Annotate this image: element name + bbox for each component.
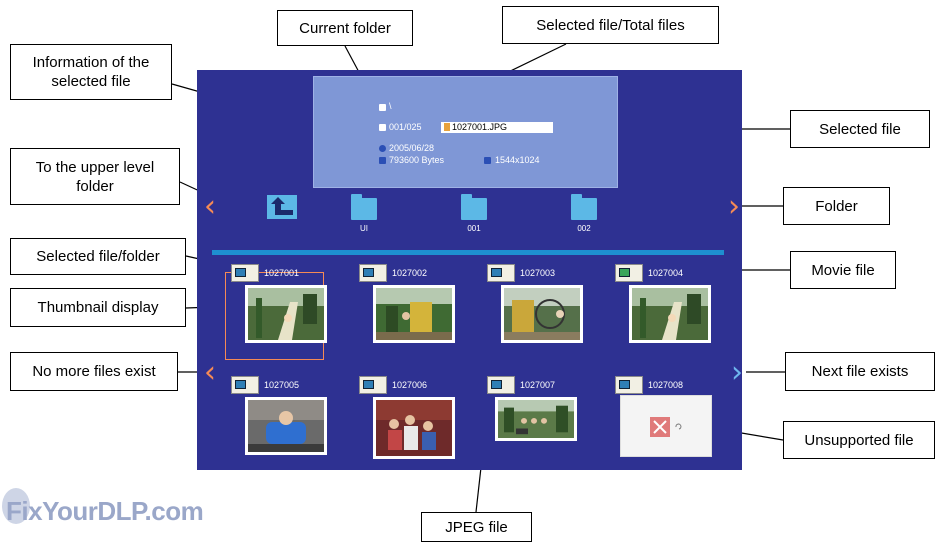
callout-information-line1: Information of the bbox=[32, 54, 150, 71]
playground-slide-photo bbox=[248, 288, 324, 340]
file-resolution: 1544x1024 bbox=[495, 155, 540, 165]
current-folder-path: \ bbox=[389, 101, 392, 111]
folder-icon-001[interactable] bbox=[461, 194, 487, 220]
file-prev-arrow[interactable]: ‹ bbox=[204, 358, 216, 388]
thumbnail-image bbox=[629, 285, 711, 343]
resolution-icon bbox=[484, 157, 491, 164]
callout-upper-folder-line1: To the upper level bbox=[35, 158, 155, 176]
thumbnail-image bbox=[495, 397, 577, 441]
file-number: 1027002 bbox=[392, 268, 428, 278]
jpeg-file-icon bbox=[359, 376, 387, 394]
playground-swing-photo bbox=[504, 288, 580, 340]
file-number: 1027008 bbox=[648, 380, 684, 390]
callout-unsupported-file: Unsupported file bbox=[783, 421, 935, 459]
file-next-arrow[interactable]: › bbox=[731, 358, 743, 388]
playground-ladder-photo bbox=[376, 288, 452, 340]
folder-next-arrow[interactable]: › bbox=[728, 192, 740, 222]
thumbnail-tile-1027004[interactable]: 1027004 bbox=[615, 264, 715, 364]
file-icon bbox=[444, 123, 450, 131]
watermark-text: FixYourDLP.com bbox=[6, 496, 204, 526]
unsupported-thumbnail bbox=[620, 395, 712, 457]
file-number: 1027004 bbox=[648, 268, 684, 278]
callout-selected-total: Selected file/Total files bbox=[502, 6, 719, 44]
callout-movie-file: Movie file bbox=[790, 251, 896, 289]
callout-next-file-exists: Next file exists bbox=[785, 352, 935, 391]
callout-folder: Folder bbox=[783, 187, 890, 225]
folder-prev-arrow[interactable]: ‹ bbox=[204, 192, 216, 222]
file-date: 2005/06/28 bbox=[389, 143, 435, 153]
file-counter-icon bbox=[379, 124, 386, 131]
thumbnail-image bbox=[373, 285, 455, 343]
disk-icon bbox=[379, 157, 386, 164]
thumbnail-image bbox=[245, 285, 327, 343]
movie-file-icon bbox=[615, 264, 643, 282]
callout-thumbnail-display: Thumbnail display bbox=[10, 288, 186, 327]
thumbnail-tile-1027006[interactable]: 1027006 bbox=[359, 376, 459, 476]
file-number: 1027006 bbox=[392, 380, 428, 390]
callout-information: Information of the selected file bbox=[10, 44, 172, 100]
thumbnail-tile-1027008[interactable]: 1027008 bbox=[615, 376, 715, 476]
clock-icon bbox=[379, 145, 386, 152]
file-size: 793600 Bytes bbox=[389, 155, 445, 165]
thumbnail-tile-1027001[interactable]: 1027001 bbox=[231, 264, 331, 364]
folder-label-002: 002 bbox=[577, 224, 591, 233]
file-counter: 001/025 bbox=[389, 122, 422, 132]
callout-selected-file-folder: Selected file/folder bbox=[10, 238, 186, 275]
folder-icon-002[interactable] bbox=[571, 194, 597, 220]
outdoor-group-photo bbox=[498, 400, 574, 438]
jpeg-file-icon bbox=[359, 264, 387, 282]
up-folder-icon bbox=[271, 197, 293, 215]
thumbnail-tile-1027003[interactable]: 1027003 bbox=[487, 264, 587, 364]
file-number: 1027003 bbox=[520, 268, 556, 278]
selected-filename: 1027001.JPG bbox=[452, 122, 508, 132]
jpeg-file-icon bbox=[231, 264, 259, 282]
callout-current-folder: Current folder bbox=[277, 10, 413, 46]
selected-filename-field: 1027001.JPG bbox=[441, 122, 553, 133]
callout-upper-folder: To the upper level folder bbox=[10, 148, 180, 205]
playground-movie-photo bbox=[632, 288, 708, 340]
thumbnail-image bbox=[501, 285, 583, 343]
file-number: 1027001 bbox=[264, 268, 300, 278]
callout-no-more-files: No more files exist bbox=[10, 352, 178, 391]
folder-label-001: 001 bbox=[467, 224, 481, 233]
callout-upper-folder-line2: folder bbox=[76, 177, 114, 195]
folder-label-ui: UI bbox=[360, 224, 368, 233]
upper-folder-button[interactable] bbox=[267, 195, 297, 219]
callout-information-line2: selected file bbox=[51, 73, 131, 90]
jpeg-file-icon bbox=[231, 376, 259, 394]
unsupported-x-icon bbox=[650, 417, 682, 437]
family-group-photo bbox=[376, 400, 452, 456]
jpeg-file-icon bbox=[487, 376, 515, 394]
thumbnail-tile-1027005[interactable]: 1027005 bbox=[231, 376, 331, 476]
folder-icon-ui[interactable] bbox=[351, 194, 377, 220]
file-number: 1027007 bbox=[520, 380, 556, 390]
folder-path-icon bbox=[379, 104, 386, 111]
callout-selected-file: Selected file bbox=[790, 110, 930, 148]
thumbnail-tile-1027007[interactable]: 1027007 bbox=[487, 376, 587, 476]
file-number: 1027005 bbox=[264, 380, 300, 390]
callout-jpeg-file: JPEG file bbox=[421, 512, 532, 542]
thumbnail-image bbox=[245, 397, 327, 455]
child-car-photo bbox=[248, 400, 324, 452]
jpeg-file-icon bbox=[487, 264, 515, 282]
thumbnail-tile-1027002[interactable]: 1027002 bbox=[359, 264, 459, 364]
unsupported-file-icon bbox=[615, 376, 643, 394]
divider-bar bbox=[212, 250, 724, 255]
thumbnail-image bbox=[373, 397, 455, 459]
